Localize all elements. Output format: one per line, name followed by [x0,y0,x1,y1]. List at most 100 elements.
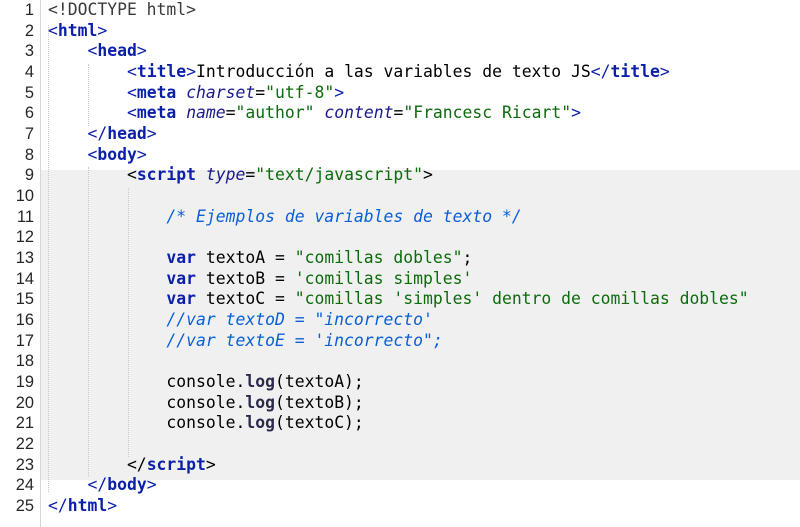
code-token: html [67,495,108,515]
code-token: meta [136,103,177,123]
code-line[interactable]: 8 <body> [0,145,800,166]
line-number: 18 [15,352,34,371]
code-line[interactable]: 14 var textoB = 'comillas simples' [0,269,800,290]
code-token: ; [462,247,473,267]
code-token: html [57,20,98,40]
code-token: content [324,103,394,123]
code-line[interactable]: 15 var textoC = "comillas 'simples' dent… [0,289,800,310]
code-line[interactable]: 1 <!DOCTYPE html> [0,0,800,21]
code-text[interactable]: var textoB = 'comillas simples' [48,269,472,290]
line-number: 15 [15,290,34,309]
code-token: </ [87,123,108,143]
code-token: var [166,247,197,267]
code-token: = [225,103,236,123]
code-line[interactable]: 12 [0,227,800,248]
code-token: //var textoE = 'incorrecto"; [166,330,443,350]
code-line[interactable]: 2 <html> [0,21,800,42]
code-token: = [245,165,256,185]
code-token: > [146,475,157,495]
code-token: meta [136,82,177,102]
code-line[interactable]: 21 console.log(textoC); [0,413,800,434]
code-text[interactable]: </script> [48,455,216,476]
code-text[interactable]: <title>Introducción a las variables de t… [48,62,670,83]
code-line[interactable]: 13 var textoA = "comillas dobles"; [0,248,800,269]
line-number: 11 [16,207,34,226]
code-line[interactable]: 23 </script> [0,455,800,476]
code-text[interactable]: <meta name="author" content="Francesc Ri… [48,103,581,124]
code-editor[interactable]: 1 <!DOCTYPE html> 2 <html> 3 <head> 4 <title>… [0,0,800,527]
code-token: console. [48,392,246,412]
code-line[interactable]: 18 [0,351,800,372]
code-text[interactable]: <!DOCTYPE html> [48,0,196,21]
line-number: 5 [24,83,34,102]
code-token: = [393,103,404,123]
code-line[interactable]: 11 /* Ejemplos de variables de texto */ [0,207,800,228]
code-token: /* Ejemplos de variables de texto */ [166,206,522,226]
code-line[interactable]: 24 </body> [0,475,800,496]
code-text[interactable]: //var textoE = 'incorrecto"; [48,330,443,352]
code-token: "Francesc Ricart" [403,103,572,123]
code-line[interactable]: 9 <script type="text/javascript"> [0,165,800,186]
code-token: (textoA); [274,371,364,391]
code-token: title [136,61,187,81]
code-text[interactable]: </head> [48,123,156,145]
code-token: log [245,413,275,433]
code-token: < [87,41,98,61]
code-token: script [146,454,206,474]
code-token: "comillas dobles" [294,247,463,267]
code-token: </ [48,495,68,515]
code-text[interactable]: <meta charset="utf-8"> [48,83,344,104]
line-number: 3 [24,42,34,61]
code-line[interactable]: 19 console.log(textoA); [0,372,800,393]
code-line[interactable]: 17 //var textoE = 'incorrecto"; [0,331,800,352]
line-number: 14 [15,269,34,288]
line-number: 13 [15,248,34,267]
code-token: "author" [235,103,315,123]
code-line[interactable]: 7 </head> [0,124,800,145]
code-line[interactable]: 10 [0,186,800,207]
code-line[interactable]: 5 <meta charset="utf-8"> [0,83,800,104]
code-token: var [166,268,197,288]
code-text[interactable]: </html> [48,496,117,517]
code-token: script [136,165,197,185]
code-text[interactable]: <body> [48,144,147,166]
code-token: body [107,475,147,495]
code-text[interactable]: console.log(textoC); [48,413,363,434]
code-text[interactable]: var textoA = "comillas dobles"; [48,248,472,269]
code-token: textoA = [196,247,295,267]
code-token: (textoB); [274,392,364,412]
code-text[interactable]: console.log(textoB); [48,392,364,414]
line-number: 17 [15,331,34,350]
code-token: console. [48,413,246,433]
code-token: > [107,495,118,515]
code-text[interactable]: console.log(textoA); [48,371,364,393]
code-text[interactable]: <head> [48,41,146,62]
code-line[interactable]: 4 <title>Introducción a las variables de… [0,62,800,83]
code-line[interactable]: 6 <meta name="author" content="Francesc … [0,103,800,124]
code-line[interactable]: 20 console.log(textoB); [0,393,800,414]
code-token: = [255,82,266,102]
code-text[interactable]: <html> [48,21,107,42]
code-line[interactable]: 16 //var textoD = "incorrecto' [0,310,800,331]
code-token: textoB = [196,268,295,288]
code-text[interactable]: /* Ejemplos de variables de texto */ [48,206,522,228]
line-number: 20 [15,393,34,412]
code-token: < [126,82,137,102]
code-text[interactable]: </body> [48,475,157,496]
code-line[interactable]: 25 </html> [0,496,800,517]
code-line[interactable]: 3 <head> [0,41,800,62]
code-text[interactable]: //var textoD = "incorrecto' [48,310,432,331]
code-token: Introducción a las variables de texto JS [196,61,591,81]
code-line[interactable]: 22 [0,434,800,455]
code-text[interactable]: var textoC = "comillas 'simples' dentro … [48,289,748,310]
line-number: 19 [15,372,34,391]
code-text[interactable]: <script type="text/javascript"> [48,165,433,186]
code-token: > [136,144,147,164]
